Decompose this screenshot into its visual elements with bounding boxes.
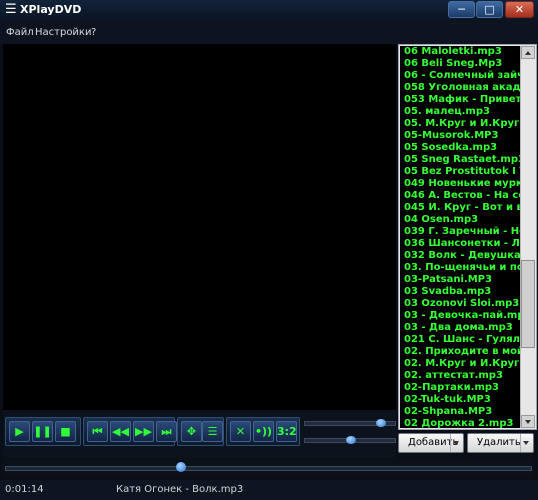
playlist-item[interactable]: 036 Шансонетки - Лимончики <box>404 238 520 250</box>
playlist-item[interactable]: 06 Maloletki.mp3 <box>404 46 502 58</box>
elapsed-time: 0:01:14 <box>5 484 44 495</box>
playlist-item[interactable]: 04 Osen.mp3 <box>404 214 478 226</box>
playlist-icon: ☰ <box>207 425 218 438</box>
playlist-item[interactable]: 02. Приходите в мой дом <box>404 346 520 358</box>
playlist-item[interactable]: 02-Партаки.mp3 <box>404 382 499 394</box>
seek-thumb[interactable] <box>175 462 186 472</box>
minimize-button[interactable]: ─ <box>448 1 475 18</box>
skip-forward-button[interactable]: ⏭ <box>156 421 177 442</box>
playlist-item[interactable]: 03-Patsani.MP3 <box>404 274 492 286</box>
audio-icon: •)) <box>254 425 273 438</box>
menu-file[interactable]: Файл <box>6 27 34 39</box>
playlist-item[interactable]: 046 А. Вестов - На север <box>404 190 520 202</box>
close-button[interactable]: ✕ <box>505 1 534 18</box>
seek-bar[interactable] <box>3 459 534 477</box>
volume-slider[interactable] <box>304 419 396 427</box>
title-bar: ☰ XPlayDVD ─ □ ✕ <box>0 0 538 20</box>
aspect-ratio-button[interactable]: 3:2 <box>276 421 297 442</box>
playlist-item[interactable]: 03. По-щенячьи и по-волчьи <box>404 262 520 274</box>
mute-button[interactable]: ✕ <box>230 421 251 442</box>
scroll-up-icon[interactable] <box>521 46 535 59</box>
playlist-item[interactable]: 05. малец.mp3 <box>404 106 490 118</box>
playlist-item[interactable]: 03 Ozonovi Sloi.mp3 <box>404 298 519 310</box>
menu-settings[interactable]: Настройки <box>35 27 91 39</box>
playlist: 06 Maloletki.mp3 06 Beli Sneg.Mp3 06 - Сол… <box>398 44 537 430</box>
fast-forward-icon: ▶▶ <box>135 425 152 438</box>
skip-forward-icon: ⏭ <box>161 425 172 438</box>
playlist-item[interactable]: 05-Musorok.MP3 <box>404 130 498 142</box>
remove-button[interactable]: Удалить <box>467 433 534 453</box>
menu-bar: Файл Настройки ? <box>0 20 538 44</box>
mute-icon: ✕ <box>235 425 246 438</box>
playlist-item[interactable]: 05 Sneg Rastaet.mp3 <box>404 154 520 166</box>
playlist-item[interactable]: 05. М.Круг и И.Круг - Ласточка <box>404 118 520 130</box>
add-button[interactable]: Добавить <box>398 433 464 453</box>
pause-button[interactable]: ❚❚ <box>32 421 53 442</box>
playlist-scrollbar[interactable] <box>520 46 535 428</box>
aspect-ratio-icon: 3:2 <box>277 425 297 438</box>
balance-thumb[interactable] <box>346 436 356 444</box>
volume-thumb[interactable] <box>375 419 386 427</box>
playlist-item[interactable]: 02. М.Круг и И.Круг - Тебе <box>404 358 520 370</box>
playlist-item[interactable]: 02-Shpana.MP3 <box>404 406 492 418</box>
balance-slider[interactable] <box>304 436 396 444</box>
rewind-icon: ◀◀ <box>112 425 129 438</box>
playlist-item[interactable]: 05 Sosedka.mp3 <box>404 142 497 154</box>
window-title: XPlayDVD <box>20 3 82 16</box>
playlist-item[interactable]: 032 Волк - Девушка-дура <box>404 250 520 262</box>
playlist-item[interactable]: 02 Дорожка 2.mp3 <box>404 418 513 428</box>
play-button[interactable]: ▶ <box>9 421 30 442</box>
playlist-list[interactable]: 06 Maloletki.mp3 06 Beli Sneg.Mp3 06 - Сол… <box>400 46 520 428</box>
skip-back-icon: ⏮ <box>92 425 103 438</box>
playlist-item[interactable]: 049 Новенькие мурки <box>404 178 520 190</box>
playlist-item[interactable]: 05 Bez Prostitutok I Vodki <box>404 166 520 178</box>
pause-icon: ❚❚ <box>33 425 52 438</box>
playlist-item[interactable]: 045 И. Круг - Вот и всё <box>404 202 520 214</box>
status-bar: 0:01:14 Катя Огонек - Волк.mp3 <box>0 480 538 500</box>
chevron-down-icon[interactable] <box>450 434 461 452</box>
playlist-button[interactable]: ☰ <box>202 421 223 442</box>
play-icon: ▶ <box>15 425 24 438</box>
seek-track[interactable] <box>5 466 532 471</box>
playlist-item[interactable]: 053 Мафик - Привет, братва <box>404 94 520 106</box>
fast-forward-button[interactable]: ▶▶ <box>133 421 154 442</box>
remove-button-label: Удалить <box>477 437 521 448</box>
rewind-button[interactable]: ◀◀ <box>110 421 131 442</box>
playlist-item[interactable]: 06 - Солнечный зайчик <box>404 70 520 82</box>
audio-button[interactable]: •)) <box>253 421 274 442</box>
playlist-item[interactable]: 02. аттестат.mp3 <box>404 370 503 382</box>
stop-icon: ■ <box>60 425 71 438</box>
scroll-thumb[interactable] <box>521 260 535 348</box>
skip-back-button[interactable]: ⏮ <box>87 421 108 442</box>
playlist-item[interactable]: 039 Г. Заречный - Не жди <box>404 226 520 238</box>
scroll-down-icon[interactable] <box>521 415 535 428</box>
playlist-item[interactable]: 021 С. Шанс - Гуляли <box>404 334 520 346</box>
current-track: Катя Огонек - Волк.mp3 <box>116 484 244 495</box>
playlist-item[interactable]: 03 - Девочка-пай.mp3 <box>404 310 520 322</box>
menu-help[interactable]: ? <box>91 27 96 39</box>
maximize-button[interactable]: □ <box>476 1 503 18</box>
playlist-item[interactable]: 02-Tuk-tuk.MP3 <box>404 394 491 406</box>
playlist-item[interactable]: 03 - Два дома.mp3 <box>404 322 513 334</box>
video-area[interactable] <box>3 44 396 410</box>
menu-lines-icon[interactable]: ☰ <box>5 3 17 17</box>
fullscreen-button[interactable]: ✥ <box>181 421 202 442</box>
stop-button[interactable]: ■ <box>55 421 76 442</box>
chevron-down-icon[interactable] <box>520 434 531 452</box>
playlist-item[interactable]: 06 Beli Sneg.Mp3 <box>404 58 502 70</box>
fullscreen-icon: ✥ <box>186 425 197 438</box>
playlist-item[interactable]: 058 Уголовная академия <box>404 82 520 94</box>
playlist-item[interactable]: 03 Svadba.mp3 <box>404 286 491 298</box>
